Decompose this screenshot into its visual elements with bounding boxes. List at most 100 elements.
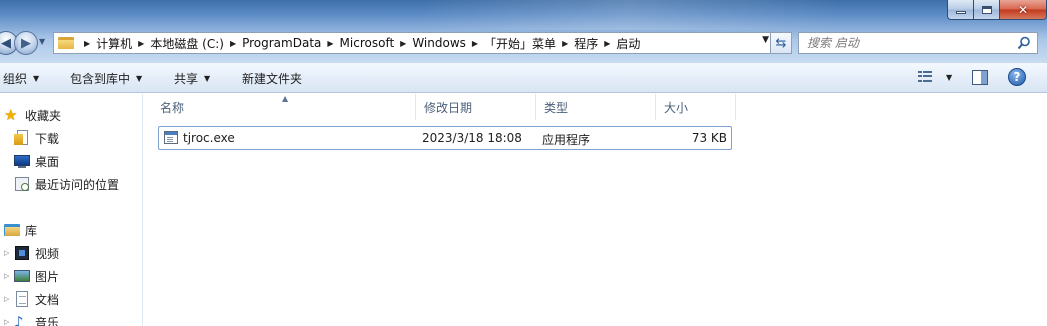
breadcrumb-start-menu[interactable]: 「开始」菜单 <box>484 35 556 52</box>
breadcrumb-programdata[interactable]: ProgramData <box>242 36 321 50</box>
search-icon[interactable] <box>1017 36 1031 50</box>
organize-label: 组织 <box>3 72 28 86</box>
nav-desktop[interactable]: 桌面 <box>14 151 59 171</box>
breadcrumb-microsoft[interactable]: Microsoft <box>340 36 395 50</box>
view-details-icon <box>918 71 932 83</box>
expand-arrow-icon[interactable]: ▷ <box>4 249 12 257</box>
close-button[interactable]: ✕ <box>1000 0 1047 20</box>
breadcrumb-separator-icon[interactable]: ▶ <box>400 39 406 48</box>
history-dropdown-icon[interactable]: ▼ <box>39 37 45 46</box>
file-list: ▲ 名称 修改日期 类型 大小 tjroc.exe 2023/3/18 18:0… <box>144 94 1047 326</box>
nav-downloads-label: 下载 <box>35 131 60 146</box>
address-dropdown-icon[interactable]: ▼ <box>762 35 769 45</box>
breadcrumb-startup[interactable]: 启动 <box>616 35 640 52</box>
column-header-modified-label: 修改日期 <box>424 100 473 115</box>
organize-button[interactable]: 组织 ▼ <box>3 70 39 87</box>
navigation-pane: ★ 收藏夹 下载 桌面 最近访问的位置 库 ▷ 视频 ▷ 图片 ▷ 文档 ▷ ♪… <box>0 94 143 326</box>
chevron-down-icon: ▼ <box>136 74 143 83</box>
file-size: 73 KB <box>691 131 727 145</box>
file-type: 应用程序 <box>542 133 591 147</box>
expand-arrow-icon[interactable]: ▷ <box>4 272 12 280</box>
include-in-library-button[interactable]: 包含到库中 ▼ <box>70 70 142 87</box>
share-button[interactable]: 共享 ▼ <box>174 70 210 87</box>
breadcrumb-computer[interactable]: 计算机 <box>96 35 132 52</box>
breadcrumb-windows[interactable]: Windows <box>412 36 466 50</box>
new-folder-label: 新建文件夹 <box>242 72 303 86</box>
column-header-name-label: 名称 <box>160 100 185 115</box>
change-view-button[interactable]: ▼ <box>918 71 952 83</box>
documents-icon <box>14 291 30 307</box>
caption-buttons: ✕ <box>947 0 1047 20</box>
breadcrumb-separator-icon[interactable]: ▶ <box>604 39 610 48</box>
breadcrumb-separator-icon[interactable]: ▶ <box>327 39 333 48</box>
pictures-icon <box>14 268 30 284</box>
arrow-right-icon: ▶ <box>21 35 31 51</box>
recent-places-icon <box>14 176 30 192</box>
nav-videos-label: 视频 <box>35 246 60 261</box>
new-folder-button[interactable]: 新建文件夹 <box>242 70 302 87</box>
minimize-icon <box>955 11 966 14</box>
maximize-icon <box>981 5 992 14</box>
expand-arrow-icon[interactable]: ▷ <box>4 318 12 326</box>
breadcrumb-programs[interactable]: 程序 <box>574 35 598 52</box>
nav-recent-places[interactable]: 最近访问的位置 <box>14 174 119 194</box>
nav-libraries-label: 库 <box>25 223 38 238</box>
share-label: 共享 <box>174 72 199 86</box>
column-header-type-label: 类型 <box>544 100 569 115</box>
nav-favorites[interactable]: ★ 收藏夹 <box>0 105 61 125</box>
expand-arrow-icon[interactable]: ▷ <box>4 295 12 303</box>
nav-recent-places-label: 最近访问的位置 <box>35 177 120 192</box>
forward-button[interactable]: ▶ <box>14 31 38 55</box>
application-icon <box>164 131 178 144</box>
arrow-left-icon: ◀ <box>1 35 11 51</box>
search-box <box>798 32 1038 54</box>
folder-icon <box>58 37 74 49</box>
close-icon: ✕ <box>1017 2 1029 17</box>
chevron-down-icon: ▼ <box>33 74 40 83</box>
libraries-icon <box>4 222 20 238</box>
nav-videos[interactable]: ▷ 视频 <box>0 243 59 263</box>
preview-pane-icon[interactable] <box>972 70 988 85</box>
nav-documents[interactable]: ▷ 文档 <box>0 289 59 309</box>
nav-documents-label: 文档 <box>35 292 60 307</box>
downloads-icon <box>14 130 30 146</box>
column-header-size-label: 大小 <box>664 100 689 115</box>
breadcrumb-separator-icon[interactable]: ▶ <box>472 39 478 48</box>
nav-libraries[interactable]: 库 <box>0 220 37 240</box>
music-icon: ♪ <box>14 313 24 326</box>
breadcrumb-separator-icon[interactable]: ▶ <box>230 39 236 48</box>
column-header-name[interactable]: 名称 <box>152 94 416 120</box>
nav-pictures-label: 图片 <box>35 269 60 284</box>
chevron-down-icon: ▼ <box>204 74 211 83</box>
nav-pictures[interactable]: ▷ 图片 <box>0 266 59 286</box>
file-row[interactable]: tjroc.exe 2023/3/18 18:08 应用程序 73 KB <box>158 126 732 150</box>
desktop-icon <box>14 153 30 169</box>
nav-desktop-label: 桌面 <box>35 154 60 169</box>
breadcrumb-separator-icon[interactable]: ▶ <box>138 39 144 48</box>
nav-music-label: 音乐 <box>35 315 60 326</box>
file-name: tjroc.exe <box>183 131 235 145</box>
include-in-library-label: 包含到库中 <box>70 72 131 86</box>
nav-downloads[interactable]: 下载 <box>14 128 59 148</box>
breadcrumb-separator-icon[interactable]: ▶ <box>562 39 568 48</box>
command-bar: 组织 ▼ 包含到库中 ▼ 共享 ▼ 新建文件夹 ▼ <box>0 63 1047 93</box>
column-header-type[interactable]: 类型 <box>536 94 656 120</box>
navigation-buttons: ◀ ▶ ▼ <box>0 31 54 55</box>
breadcrumb-local-disk[interactable]: 本地磁盘 (C:) <box>150 35 224 52</box>
videos-icon <box>14 245 30 261</box>
address-bar[interactable]: ▶ 计算机 ▶ 本地磁盘 (C:) ▶ ProgramData ▶ Micros… <box>53 32 792 54</box>
maximize-button[interactable] <box>974 0 1000 20</box>
breadcrumb-separator-icon[interactable]: ▶ <box>84 39 90 48</box>
nav-music[interactable]: ▷ ♪ 音乐 <box>0 312 59 326</box>
nav-favorites-label: 收藏夹 <box>25 108 62 123</box>
refresh-button[interactable]: ⇆ <box>770 32 792 54</box>
refresh-icon: ⇆ <box>775 35 787 51</box>
file-modified: 2023/3/18 18:08 <box>422 131 522 145</box>
minimize-button[interactable] <box>947 0 974 20</box>
star-icon: ★ <box>4 106 18 124</box>
column-header-size[interactable]: 大小 <box>656 94 736 120</box>
help-icon[interactable]: ? <box>1008 68 1026 86</box>
column-header-modified[interactable]: 修改日期 <box>416 94 536 120</box>
chevron-down-icon: ▼ <box>946 72 953 82</box>
search-input[interactable] <box>807 36 1007 50</box>
